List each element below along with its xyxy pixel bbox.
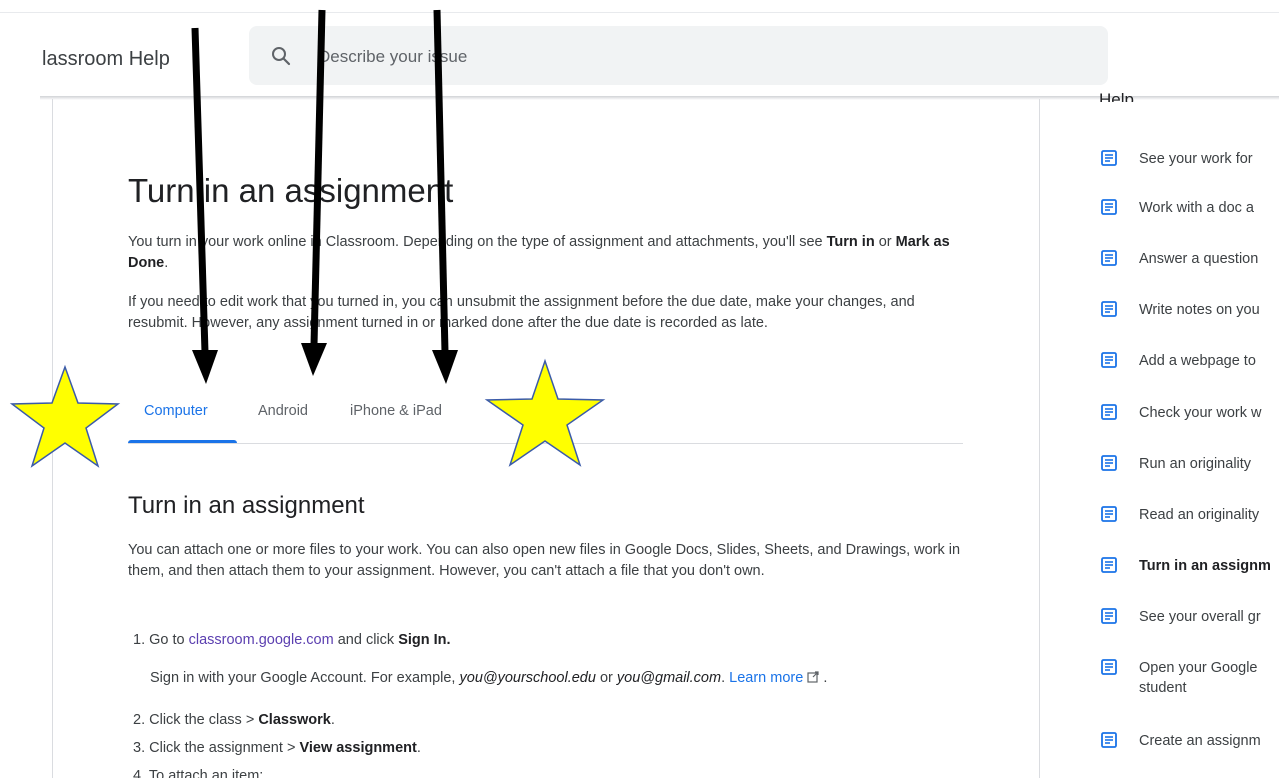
- article-icon: [1101, 557, 1117, 573]
- search-icon[interactable]: [269, 44, 293, 68]
- device-tabs: Computer Android iPhone & iPad: [128, 393, 963, 444]
- tab-iphone-ipad[interactable]: iPhone & iPad: [350, 403, 442, 419]
- active-tab-indicator: [128, 440, 237, 443]
- learn-more-link[interactable]: Learn more: [729, 670, 819, 686]
- search-bar[interactable]: Describe your issue: [249, 26, 1108, 85]
- sidebar-article-label: Read an originality: [1139, 507, 1260, 523]
- article-icon: [1101, 732, 1117, 748]
- step-1: 1. Go to classroom.google.com and click …: [133, 632, 451, 648]
- sidebar-article-label: Add a webpage to: [1139, 353, 1256, 369]
- article-icon: [1101, 659, 1117, 675]
- sidebar-article-label: Answer a question: [1139, 251, 1259, 267]
- external-link-icon: [807, 671, 819, 683]
- sign-in-note: Sign in with your Google Account. For ex…: [150, 670, 828, 686]
- sidebar-article-label: Run an originality: [1139, 456, 1252, 472]
- sidebar-article-label: Turn in an assignm: [1139, 558, 1271, 574]
- intro-paragraph: You turn in your work online in Classroo…: [128, 234, 950, 271]
- edit-note-paragraph: If you need to edit work that you turned…: [128, 294, 915, 331]
- tab-android[interactable]: Android: [258, 403, 308, 419]
- article-icon: [1101, 199, 1117, 215]
- section-title: Turn in an assignment: [128, 492, 365, 519]
- search-input[interactable]: Describe your issue: [318, 47, 467, 67]
- step-2: 2. Click the class > Classwork.: [133, 712, 335, 728]
- sidebar-article-label: Work with a doc a: [1139, 200, 1254, 216]
- article-icon: [1101, 250, 1117, 266]
- article-icon: [1101, 301, 1117, 317]
- sidebar-article-label: Check your work w: [1139, 405, 1262, 421]
- sidebar-article-label: Open your Google student: [1139, 660, 1258, 696]
- tab-computer[interactable]: Computer: [144, 403, 208, 419]
- article-icon: [1101, 506, 1117, 522]
- article-icon: [1101, 352, 1117, 368]
- breadcrumb-separator: >: [245, 712, 255, 728]
- sidebar-article-label: See your work for: [1139, 151, 1253, 167]
- article-icon: [1101, 455, 1117, 471]
- article-icon: [1101, 150, 1117, 166]
- classroom-link[interactable]: classroom.google.com: [189, 632, 334, 648]
- turn-in-label: Turn in: [826, 234, 875, 250]
- section-intro-paragraph: You can attach one or more files to your…: [128, 542, 961, 579]
- site-header: lassroom Help Describe your issue: [0, 0, 1279, 97]
- article-icon: [1101, 608, 1117, 624]
- header-divider: [0, 12, 1279, 13]
- help-center-title[interactable]: lassroom Help: [42, 48, 170, 71]
- breadcrumb-separator: >: [286, 740, 296, 756]
- step-3: 3. Click the assignment > View assignmen…: [133, 740, 421, 756]
- sidebar-article-label: See your overall gr: [1139, 609, 1261, 625]
- sidebar-article-label: Create an assignm: [1139, 733, 1261, 749]
- sidebar-article-label: Write notes on you: [1139, 302, 1260, 318]
- article-title: Turn in an assignment: [128, 172, 454, 209]
- sidebar-heading: Help: [1099, 90, 1134, 102]
- article-icon: [1101, 404, 1117, 420]
- step-4: 4. To attach an item:: [133, 768, 264, 778]
